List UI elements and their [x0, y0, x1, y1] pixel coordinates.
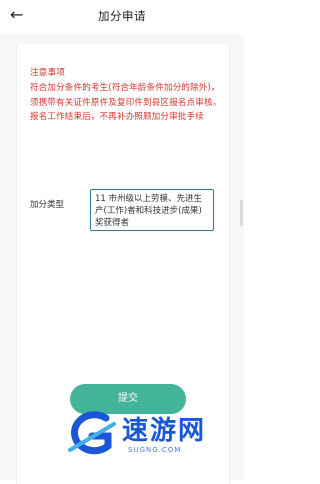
- notice-text: 符合加分条件的考生(符合年龄条件加分的除外)，须携带有关证件原件及复印件到县区报…: [30, 83, 222, 122]
- bonus-type-label: 加分类型: [30, 200, 65, 210]
- top-bar: ← 加分申请: [0, 0, 244, 34]
- page-title: 加分申请: [98, 9, 146, 23]
- watermark: 速游网 SUGNG.COM: [64, 410, 234, 462]
- scrollbar[interactable]: [240, 200, 243, 226]
- notice-title: 注意事项: [30, 68, 66, 78]
- watermark-logo-icon: [68, 411, 116, 455]
- watermark-url: SUGNG.COM: [128, 446, 182, 454]
- watermark-text: 速游网: [122, 416, 207, 446]
- bonus-type-select[interactable]: 11 市州级以上劳模、先进生产(工作)者和科技进步(成果)奖获得者: [90, 189, 214, 231]
